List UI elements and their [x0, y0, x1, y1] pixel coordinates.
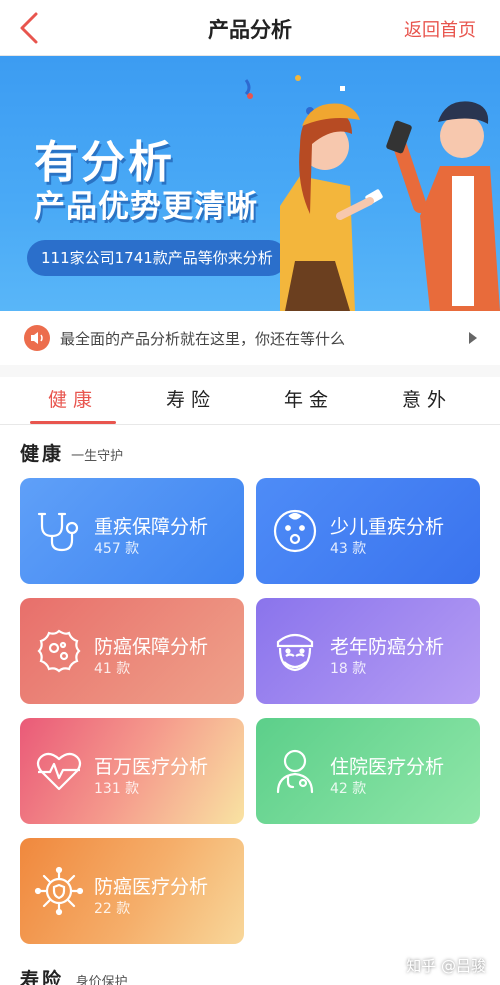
- tab-health[interactable]: 健康: [14, 377, 132, 425]
- doctor-icon: [276, 749, 314, 794]
- product-list: 健康 一生守护 重疾保障分析 457 款 少儿重疾分析 43 款 防癌保障分析 …: [0, 425, 500, 985]
- section-header: 健康 一生守护: [20, 439, 123, 466]
- card-title: 老年防癌分析: [330, 636, 445, 658]
- notice-bar[interactable]: 最全面的产品分析就在这里，你还在等什么: [0, 311, 500, 365]
- people-illustration: [244, 75, 500, 311]
- card-title: 百万医疗分析: [94, 756, 209, 778]
- banner-subtitle: 产品优势更清晰: [34, 189, 258, 225]
- notice-text: 最全面的产品分析就在这里，你还在等什么: [60, 330, 346, 348]
- card-count: 22 款: [94, 901, 131, 917]
- watermark: 知乎 @吕骏: [406, 957, 486, 975]
- tab-accident[interactable]: 意外: [368, 377, 486, 425]
- category-tabs: 健康 寿险 年金 意外: [0, 377, 500, 425]
- section-subtitle: 一生守护: [71, 449, 124, 464]
- tab-annuity[interactable]: 年金: [250, 377, 368, 425]
- card-critical-illness[interactable]: 重疾保障分析 457 款: [20, 478, 244, 584]
- card-hospital-medical[interactable]: 住院医疗分析 42 款: [256, 718, 480, 824]
- virus-shield-icon: [34, 866, 84, 916]
- nav-bar: 产品分析 返回首页: [0, 0, 500, 56]
- card-count: 457 款: [94, 541, 140, 557]
- card-title: 防癌保障分析: [94, 636, 209, 658]
- heartbeat-icon: [36, 752, 82, 791]
- card-cancer-medical[interactable]: 防癌医疗分析 22 款: [20, 838, 244, 944]
- card-elder-cancer[interactable]: 老年防癌分析 18 款: [256, 598, 480, 704]
- home-link[interactable]: 返回首页: [404, 16, 476, 42]
- cell-icon: [37, 629, 81, 673]
- card-count: 41 款: [94, 661, 131, 677]
- play-arrow-icon[interactable]: [468, 331, 478, 345]
- card-count: 42 款: [330, 781, 367, 797]
- baby-icon: [273, 509, 317, 553]
- next-section-subtitle: 身价保护: [75, 975, 128, 985]
- stethoscope-icon: [37, 512, 79, 552]
- card-title: 防癌医疗分析: [94, 876, 209, 898]
- card-title: 重疾保障分析: [94, 516, 209, 538]
- next-section-title: 寿险: [20, 969, 65, 985]
- card-title: 住院医疗分析: [330, 756, 445, 778]
- card-child-critical[interactable]: 少儿重疾分析 43 款: [256, 478, 480, 584]
- speaker-icon: [24, 325, 50, 351]
- card-count: 43 款: [330, 541, 367, 557]
- card-million-medical[interactable]: 百万医疗分析 131 款: [20, 718, 244, 824]
- elder-icon: [276, 633, 314, 672]
- section-title: 健康: [20, 443, 65, 465]
- tab-life[interactable]: 寿险: [132, 377, 250, 425]
- next-section-header: 寿险 身价保护: [20, 965, 128, 985]
- promo-banner[interactable]: 有分析 产品优势更清晰 111家公司1741款产品等你来分析: [0, 56, 500, 311]
- card-cancer-protection[interactable]: 防癌保障分析 41 款: [20, 598, 244, 704]
- card-title: 少儿重疾分析: [330, 516, 445, 538]
- card-count: 18 款: [330, 661, 367, 677]
- card-count: 131 款: [94, 781, 140, 797]
